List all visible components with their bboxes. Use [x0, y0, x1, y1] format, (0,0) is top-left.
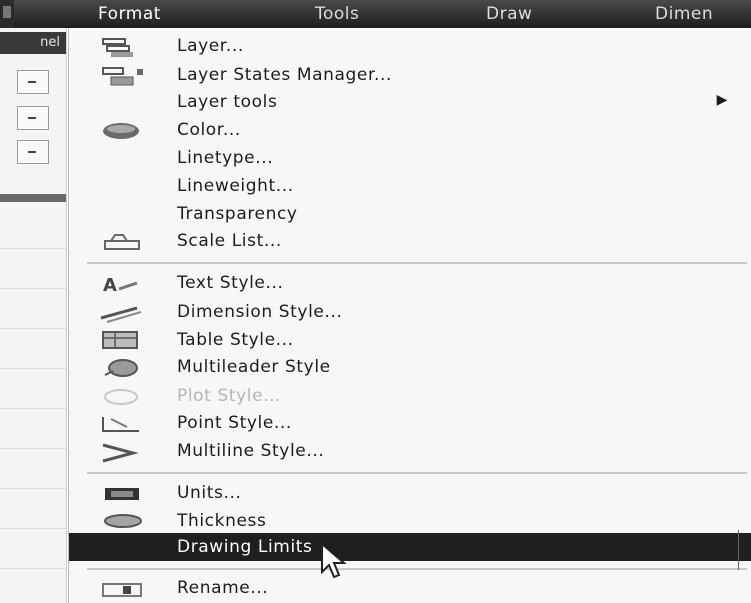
grid-line [0, 288, 66, 289]
rename-icon [102, 583, 142, 597]
menu-item-label: Units... [177, 483, 242, 503]
point-style-icon [102, 417, 139, 432]
app-menu-corner[interactable] [0, 0, 14, 28]
menu-item-label: Text Style... [177, 273, 284, 293]
menu-item-rename[interactable]: Rename... [69, 576, 751, 602]
grid-line [0, 568, 66, 569]
menu-item-scale-list[interactable]: Scale List... [69, 229, 751, 255]
menu-item-layer-tools[interactable]: Layer tools ▶ [69, 90, 751, 116]
menu-item-color[interactable]: Color... [69, 118, 751, 144]
layer-icon [102, 38, 133, 57]
plot-style-icon [104, 389, 138, 405]
menu-item-layer[interactable]: Layer... [69, 34, 751, 60]
menu-item-label: Lineweight... [177, 176, 294, 196]
menu-edge [738, 530, 747, 570]
menu-item-label: Rename... [177, 578, 269, 598]
color-icon [103, 123, 139, 139]
menu-item-label: Drawing Limits [177, 537, 313, 557]
menu-tools[interactable]: Tools [315, 4, 359, 24]
menu-item-label: Table Style... [177, 330, 294, 350]
menu-item-dimension-style[interactable]: Dimension Style... [69, 300, 751, 326]
layer-states-icon [102, 67, 143, 86]
menu-item-table-style[interactable]: Table Style... [69, 328, 751, 354]
grid-line [0, 368, 66, 369]
menu-divider [87, 262, 747, 264]
menu-format[interactable]: Format [98, 4, 161, 24]
menu-item-linetype[interactable]: Linetype... [69, 146, 751, 172]
menu-item-thickness[interactable]: Thickness [69, 509, 751, 535]
table-style-icon [102, 331, 138, 349]
menu-item-lineweight[interactable]: Lineweight... [69, 174, 751, 200]
menu-item-label: Layer... [177, 36, 244, 56]
minus-icon [28, 117, 36, 119]
menu-item-label: Linetype... [177, 148, 274, 168]
text-style-icon: A [103, 275, 138, 295]
menu-item-label: Transparency [177, 204, 298, 224]
menu-item-label: Point Style... [177, 413, 292, 433]
grid-line [0, 528, 66, 529]
menu-item-label: Color... [177, 120, 241, 140]
menu-item-label: Plot Style... [177, 386, 282, 406]
multiline-style-icon [102, 443, 139, 463]
menu-item-label: Layer tools [177, 92, 278, 112]
grid-line [0, 248, 66, 249]
menu-item-text-style[interactable]: A Text Style... [69, 271, 751, 297]
panel-button[interactable] [17, 140, 49, 164]
grid-line [0, 488, 66, 489]
minus-icon [28, 151, 36, 153]
multileader-style-icon [104, 359, 138, 377]
menu-draw[interactable]: Draw [486, 4, 532, 24]
menu-item-layer-states-manager[interactable]: Layer States Manager... [69, 63, 751, 89]
panel-button[interactable] [17, 106, 49, 130]
mouse-cursor-icon [321, 542, 347, 579]
submenu-arrow-icon: ▶ [716, 92, 728, 108]
format-dropdown-menu: Layer... Layer States Manager... Layer t… [68, 28, 751, 603]
grid-line [0, 448, 66, 449]
grid-line [0, 408, 66, 409]
panel-tab[interactable]: nel [0, 32, 66, 54]
menu-item-plot-style: Plot Style... [69, 384, 751, 410]
menu-item-multileader-style[interactable]: Multileader Style [69, 355, 751, 381]
panel-separator [0, 194, 66, 202]
menu-item-units[interactable]: Units... [69, 481, 751, 507]
dimension-style-icon [100, 306, 142, 323]
menu-item-label: Multileader Style [177, 357, 331, 377]
units-icon [105, 488, 139, 500]
thickness-icon [104, 514, 142, 528]
minus-icon [28, 81, 36, 83]
menu-item-label: Dimension Style... [177, 302, 343, 322]
panel-button[interactable] [17, 70, 49, 94]
menu-divider [87, 472, 747, 474]
menu-item-drawing-limits[interactable]: Drawing Limits [69, 533, 751, 561]
grid-line [0, 328, 66, 329]
menu-item-label: Multiline Style... [177, 441, 325, 461]
menu-item-point-style[interactable]: Point Style... [69, 411, 751, 437]
background-panel: nel [0, 28, 67, 603]
menu-item-label: Thickness [177, 511, 267, 531]
scale-list-icon [104, 234, 140, 250]
menu-dimension[interactable]: Dimen [655, 4, 713, 24]
menu-item-multiline-style[interactable]: Multiline Style... [69, 439, 751, 465]
menu-divider [87, 568, 747, 570]
menu-item-transparency[interactable]: Transparency [69, 202, 751, 228]
svg-text:A: A [103, 275, 118, 295]
menu-item-label: Layer States Manager... [177, 65, 393, 85]
menu-bar: Format Tools Draw Dimen [0, 0, 751, 28]
menu-item-label: Scale List... [177, 231, 282, 251]
